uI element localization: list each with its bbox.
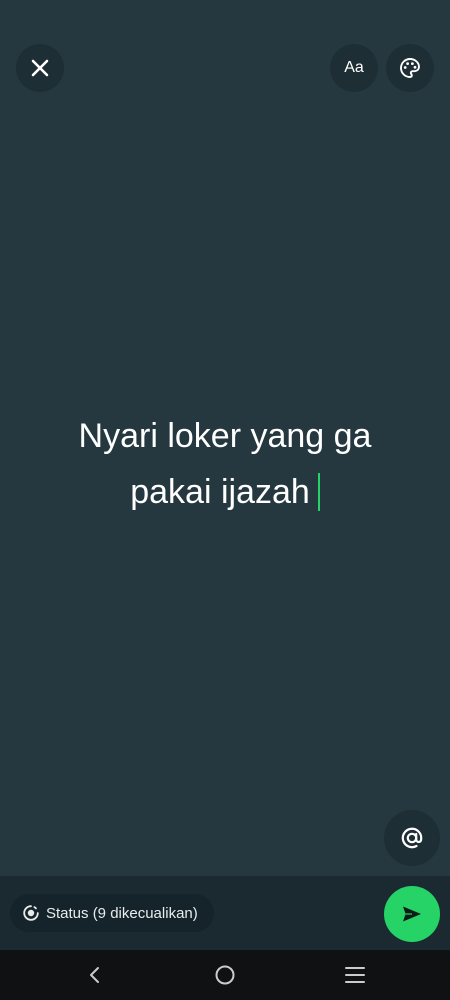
recents-icon — [345, 967, 365, 983]
back-icon — [90, 967, 99, 983]
home-icon — [215, 965, 235, 985]
system-navigation-bar — [0, 950, 450, 1000]
at-sign-icon — [401, 827, 423, 849]
top-toolbar: Aa — [0, 44, 450, 96]
palette-icon — [400, 58, 420, 78]
send-button[interactable] — [384, 886, 440, 942]
audience-label: Status (9 dikecualikan) — [46, 904, 198, 922]
send-icon — [403, 906, 421, 922]
status-text-line-with-cursor: pakai ijazah — [30, 464, 420, 520]
background-color-button[interactable] — [386, 44, 434, 92]
nav-home-button[interactable] — [210, 960, 240, 990]
bottom-bar: Status (9 dikecualikan) — [0, 876, 450, 950]
status-text-line: pakai ijazah — [130, 473, 310, 511]
font-style-label: Aa — [344, 59, 364, 76]
mention-button[interactable] — [384, 810, 440, 866]
status-text-input[interactable]: Nyari loker yang ga pakai ijazah — [30, 408, 420, 520]
status-text-line: Nyari loker yang ga — [78, 417, 372, 455]
font-style-button[interactable]: Aa — [330, 44, 378, 92]
nav-back-button[interactable] — [80, 960, 110, 990]
text-cursor — [317, 473, 320, 511]
status-icon — [22, 904, 40, 922]
close-icon — [31, 59, 49, 77]
nav-recents-button[interactable] — [340, 960, 370, 990]
close-button[interactable] — [16, 44, 64, 92]
audience-selector[interactable]: Status (9 dikecualikan) — [10, 894, 214, 932]
status-composer-screen: Aa Nyari loker yang ga pakai ijazah Stat… — [0, 0, 450, 1000]
